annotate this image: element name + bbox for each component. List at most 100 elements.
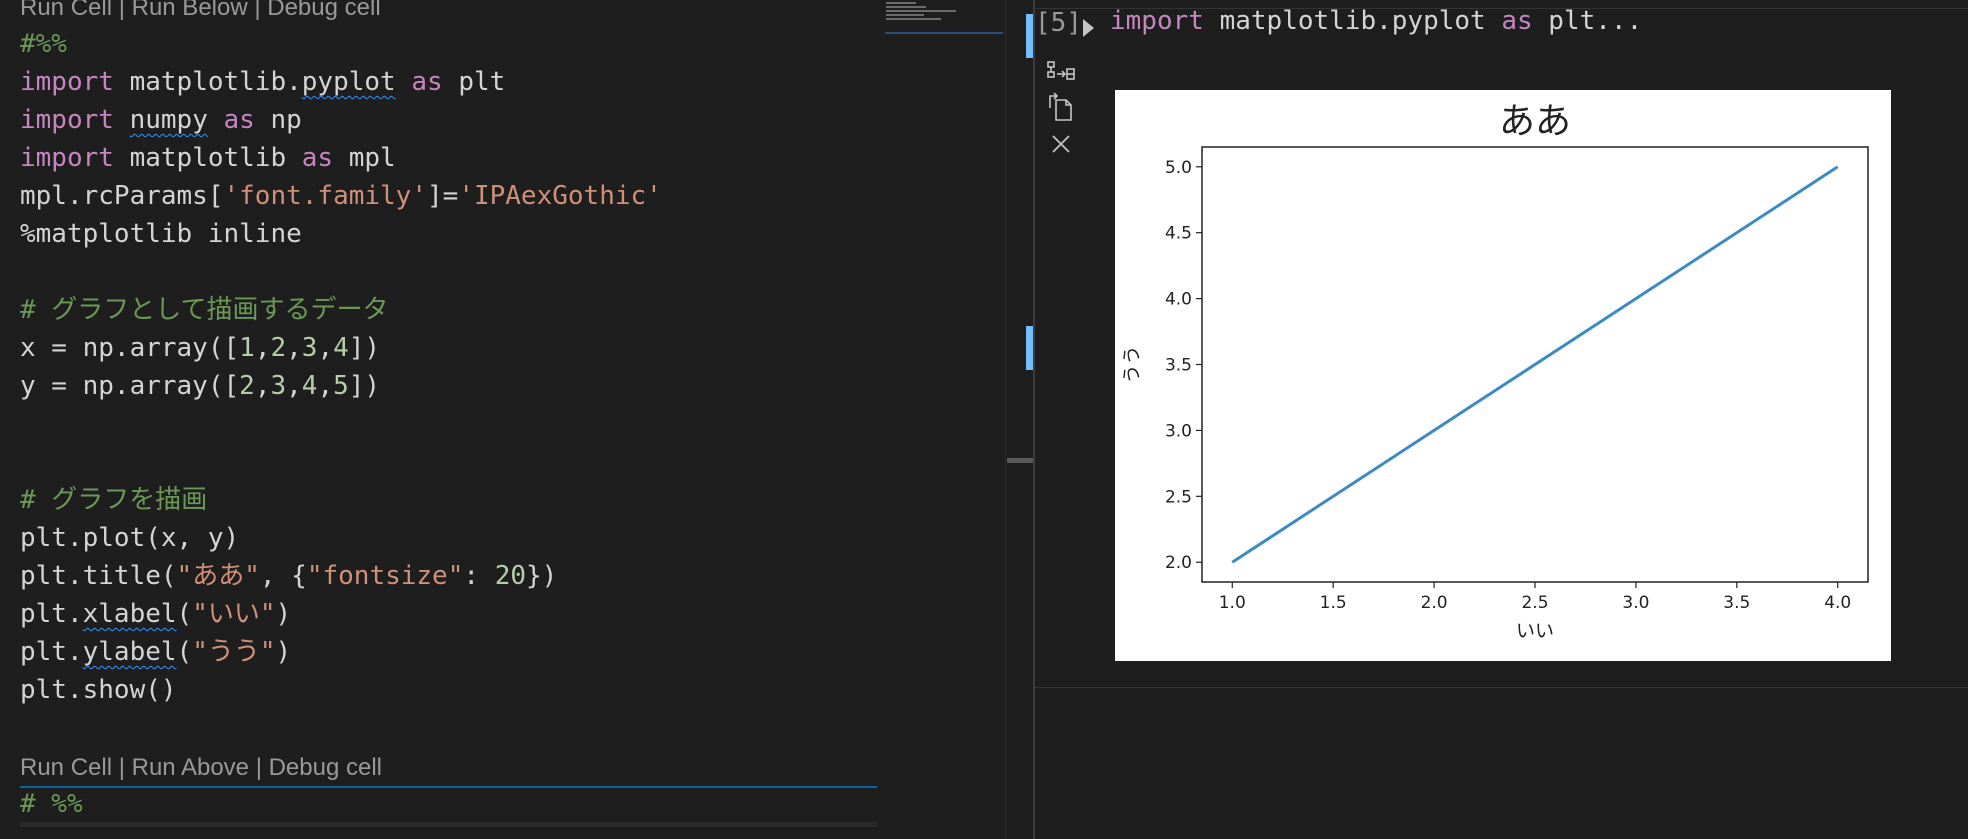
code-line-8[interactable]: # グラフとして描画するデータ [20,291,389,329]
code-text: plt.title( [20,561,177,591]
string: "ああ" [176,561,260,591]
code-text: ) [275,599,292,629]
plot-output: ああ 1.0 1.5 2.0 2.5 3.0 3.5 4.0 2.0 2.5 3.0 3.5 4.0… [1115,90,1891,661]
code-text: mpl.rcParams[ [20,181,224,211]
code-line-10[interactable]: y = np.array([2,3,4,5]) [20,367,380,405]
code-line-2[interactable]: import matplotlib.pyplot as plt [20,63,505,101]
module: matplotlib [129,143,287,173]
code-line-18[interactable]: plt.show() [20,671,177,709]
y-ticks: 2.0 2.5 3.0 3.5 4.0 4.5 5.0 [1165,158,1202,573]
code-line-5[interactable]: mpl.rcParams['font.family']='IPAexGothic… [20,177,662,215]
x-tick-label: 1.5 [1320,593,1347,613]
y-tick-label: 3.0 [1165,421,1192,441]
keyword: as [223,105,255,135]
x-tick-label: 2.0 [1421,593,1448,613]
series-line [1231,165,1839,564]
number: 1 [239,333,255,363]
code-text: plt... [1532,6,1643,36]
y-tick-label: 3.5 [1165,356,1192,376]
collapsed-cell-code[interactable]: import matplotlib.pyplot as plt... [1110,6,1642,36]
minimap[interactable] [883,0,1005,36]
code-text: %matplotlib inline [20,219,302,249]
x-tick-label: 2.5 [1521,593,1548,613]
cell-output-bar[interactable] [1026,326,1033,370]
x-tick-label: 3.0 [1622,593,1649,613]
x-tick-label: 1.0 [1219,593,1246,613]
code-text: ( [176,599,193,629]
variable-view-icon[interactable] [1045,56,1077,88]
keyword: as [411,67,443,97]
code-text: plt.plot(x, y) [20,523,240,553]
code-line-4[interactable]: import matplotlib as mpl [20,139,396,177]
y-tick-label: 2.5 [1165,487,1192,507]
keyword: import [20,143,114,173]
close-icon[interactable] [1045,128,1077,160]
alias: plt [458,67,506,97]
code-line-13[interactable]: # グラフを描画 [20,481,207,519]
code-text: }) [526,561,558,591]
alias: mpl [348,143,396,173]
code-line-17[interactable]: plt.ylabel("うう") [20,633,291,671]
code-text: x = np.array([ [20,333,240,363]
cell-input-bar[interactable] [1026,14,1033,58]
string: 'IPAexGothic' [458,181,662,211]
scrollbar-thumb[interactable] [1007,458,1034,463]
warning-squiggle[interactable]: pyplot [302,67,396,97]
comment: # グラフを描画 [20,485,208,515]
code-text: ]= [427,181,459,211]
cell-highlight-bar [20,822,877,827]
code-line-20[interactable]: # %% [20,785,83,823]
keyword: import [1110,6,1204,36]
keyword: import [20,67,114,97]
code-line-6[interactable]: %matplotlib inline [20,215,302,253]
export-icon[interactable] [1045,92,1077,124]
module: matplotlib. [129,67,302,97]
code-text: , { [259,561,307,591]
code-text: plt.show() [20,675,177,705]
codelens-top[interactable]: Run Cell | Run Below | Debug cell [20,0,381,22]
number: 4 [301,371,318,401]
code-text: plt. [20,599,83,629]
y-tick-label: 5.0 [1165,158,1192,178]
code-line-16[interactable]: plt.xlabel("いい") [20,595,291,633]
codelens-bottom[interactable]: Run Cell | Run Above | Debug cell [20,754,382,782]
warning-squiggle[interactable]: xlabel [83,599,177,629]
warning-squiggle[interactable]: ylabel [83,637,177,667]
number: 3 [270,371,287,401]
x-tick-label: 4.0 [1824,593,1851,613]
code-text: ) [275,637,292,667]
number: 2 [270,333,287,363]
number: 4 [333,333,349,363]
code-line-9[interactable]: x = np.array([1,2,3,4]) [20,329,380,367]
code-text: ( [176,637,193,667]
code-text: ]) [348,333,381,363]
y-tick-label: 2.0 [1165,553,1192,573]
alias: np [270,105,302,135]
cell-marker: # %% [20,789,83,819]
y-axis-label: うう [1121,345,1143,383]
code-line-1[interactable]: #%% [20,25,67,63]
number: 2 [239,371,255,401]
string: "うう" [192,637,276,667]
cell-marker: #%% [20,29,67,59]
code-line-15[interactable]: plt.title("ああ", {"fontsize": 20}) [20,557,557,595]
cell-separator [20,786,877,788]
editor-scrollbar[interactable] [1005,0,1035,839]
cell-bottom-border [1035,687,1968,688]
code-text: ]) [348,371,381,401]
y-tick-label: 4.0 [1165,290,1192,310]
y-tick-label: 4.5 [1165,224,1192,244]
keyword: import [20,105,114,135]
code-text: plt. [20,637,83,667]
expand-arrow-icon[interactable] [1083,19,1094,37]
keyword: as [1501,6,1533,36]
code-line-14[interactable]: plt.plot(x, y) [20,519,239,557]
execution-count: [5] [1035,8,1082,38]
warning-squiggle[interactable]: numpy [130,105,208,135]
code-line-3[interactable]: import numpy as np [20,101,302,139]
code-editor[interactable]: Run Cell | Run Below | Debug cell #%% im… [0,0,1005,839]
code-text: : [463,561,495,591]
chart-title: ああ [1499,101,1571,142]
keyword: as [301,143,334,173]
string: "fontsize" [306,561,464,591]
